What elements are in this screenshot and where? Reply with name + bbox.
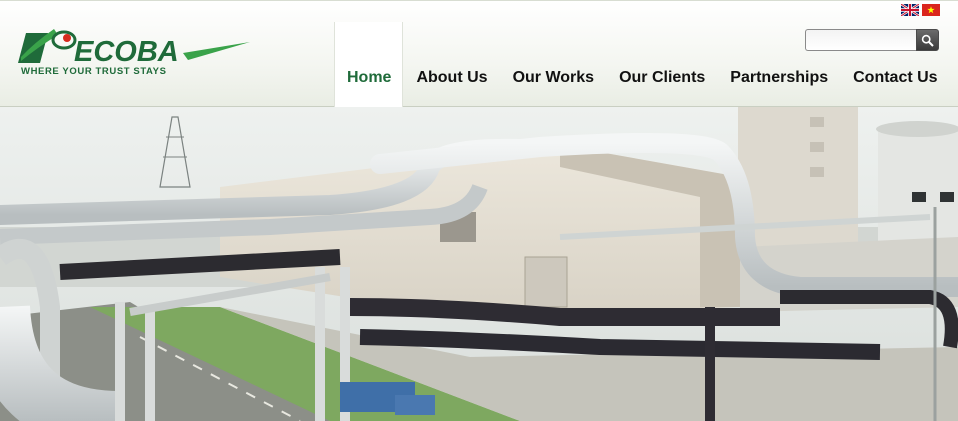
nav-our-clients[interactable]: Our Clients: [619, 22, 705, 108]
brand-name: ECOBA: [74, 36, 179, 68]
nav-our-works[interactable]: Our Works: [513, 22, 595, 108]
hero-banner: [0, 107, 958, 421]
main-nav: Home About Us Our Works Our Clients Part…: [334, 22, 938, 108]
site-header: ECOBA WHERE YOUR TRUST STAYS Home About …: [0, 0, 958, 108]
brand-tagline: WHERE YOUR TRUST STAYS: [21, 66, 167, 77]
nav-partnerships[interactable]: Partnerships: [730, 22, 828, 108]
nav-about-us[interactable]: About Us: [416, 22, 487, 108]
nav-contact-us[interactable]: Contact Us: [853, 22, 937, 108]
uk-flag-icon[interactable]: [901, 4, 919, 16]
language-switcher: [901, 4, 940, 16]
ecoba-logo[interactable]: ECOBA WHERE YOUR TRUST STAYS: [18, 25, 253, 77]
vietnam-flag-icon[interactable]: [922, 4, 940, 16]
industrial-plant-photo: [0, 107, 958, 421]
nav-home[interactable]: Home: [334, 22, 404, 108]
